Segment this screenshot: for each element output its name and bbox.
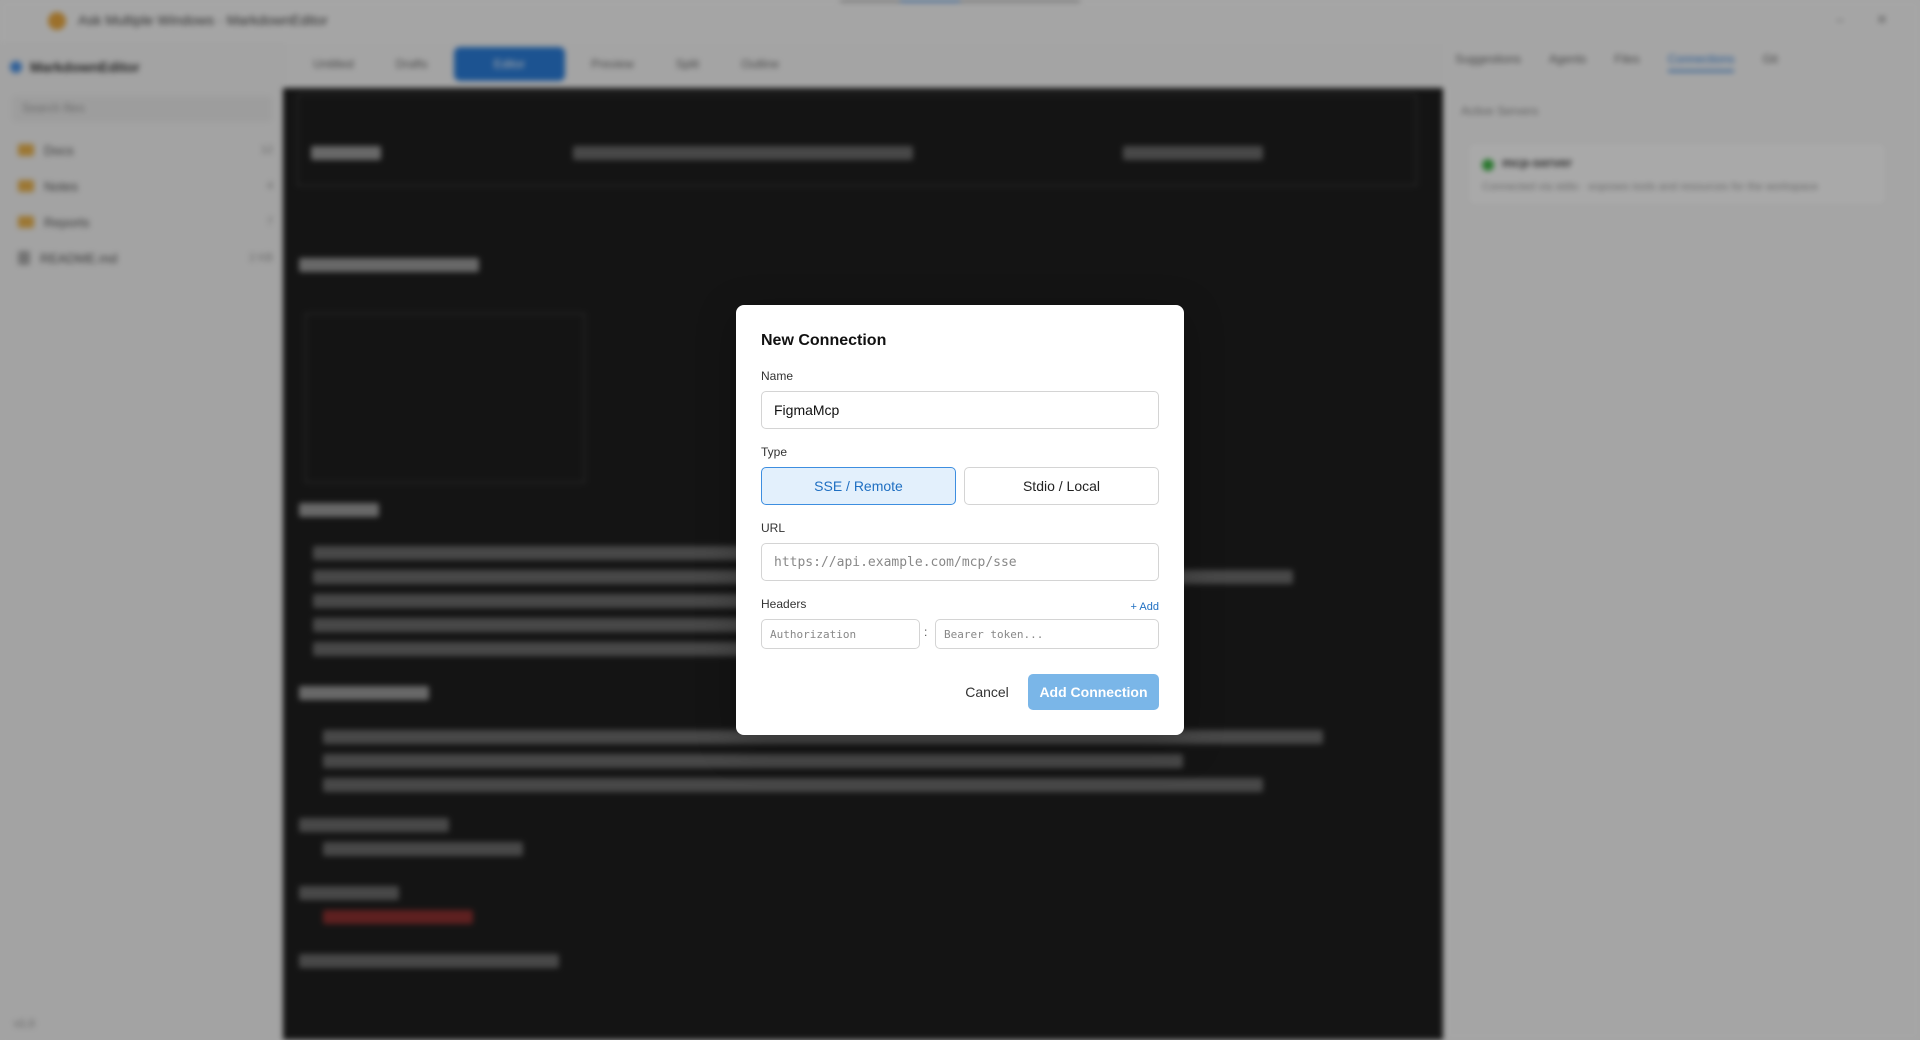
type-sse-remote-button[interactable]: SSE / Remote bbox=[761, 467, 956, 505]
new-connection-dialog: New Connection Name Type SSE / Remote St… bbox=[736, 305, 1184, 735]
cancel-button[interactable]: Cancel bbox=[954, 674, 1020, 710]
url-input[interactable] bbox=[761, 543, 1159, 581]
name-input[interactable] bbox=[761, 391, 1159, 429]
dialog-title: New Connection bbox=[761, 332, 887, 349]
url-label: URL bbox=[761, 521, 786, 535]
type-label: Type bbox=[761, 445, 788, 459]
header-separator: : bbox=[924, 625, 928, 639]
header-key-input[interactable] bbox=[761, 619, 920, 649]
header-value-input[interactable] bbox=[935, 619, 1159, 649]
headers-label: Headers bbox=[761, 597, 807, 611]
add-connection-button[interactable]: Add Connection bbox=[1028, 674, 1159, 710]
type-stdio-local-button[interactable]: Stdio / Local bbox=[964, 467, 1159, 505]
add-header-link[interactable]: + Add bbox=[1131, 601, 1159, 613]
name-label: Name bbox=[761, 369, 794, 383]
